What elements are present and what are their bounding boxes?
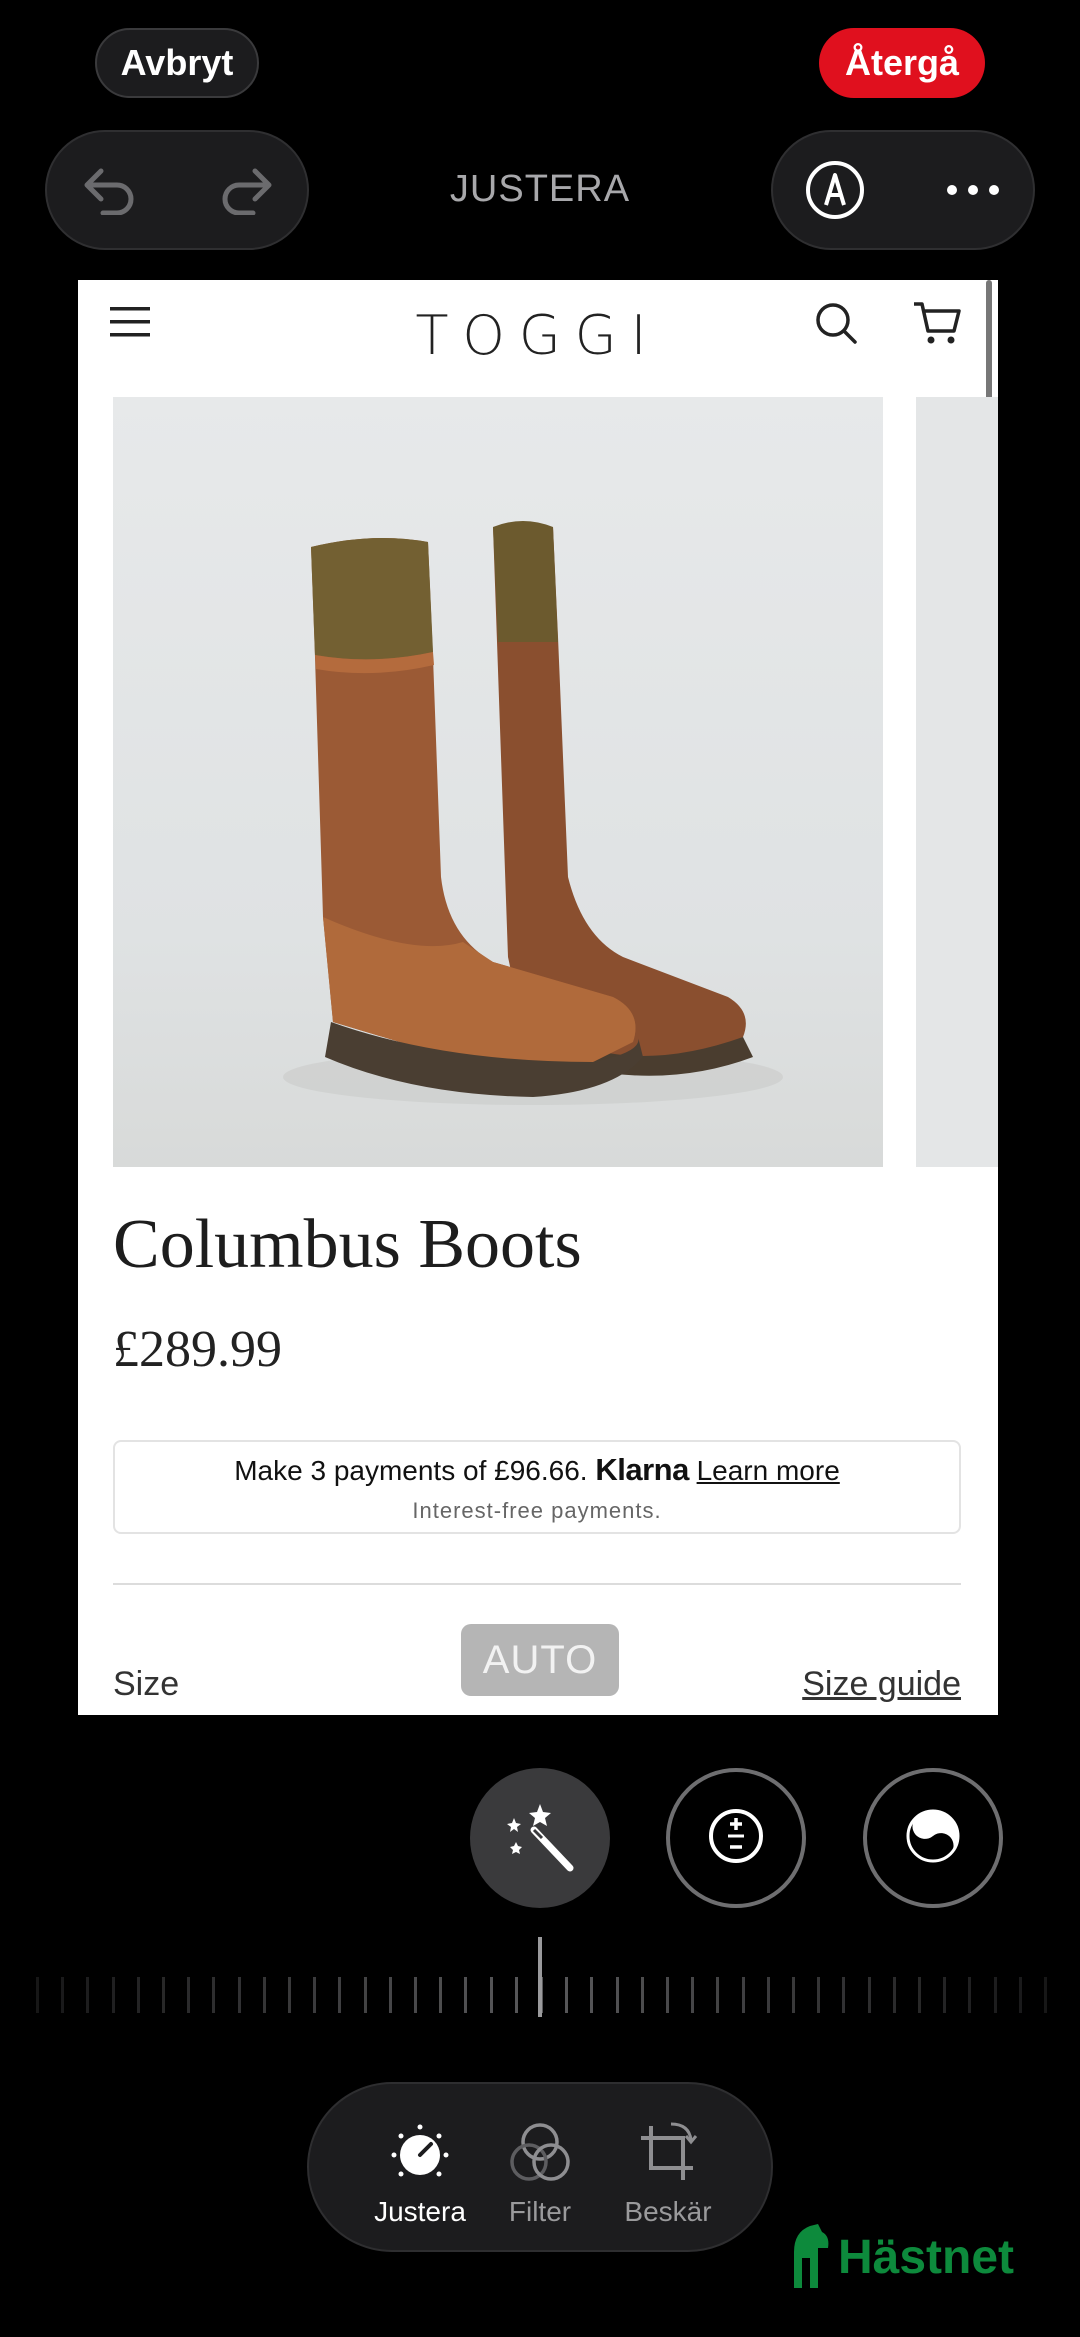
auto-badge[interactable]: AUTO <box>461 1624 619 1696</box>
slider-tick <box>742 1977 745 2013</box>
slider-tick <box>994 1977 997 2013</box>
klarna-payment-box: Make 3 payments of £96.66. Klarna Learn … <box>113 1440 961 1534</box>
tab-filter-label: Filter <box>508 2196 572 2227</box>
exposure-icon <box>706 1806 766 1871</box>
slider-tick <box>1019 1977 1022 2013</box>
slider-tick <box>238 1977 241 2013</box>
slider-tick <box>893 1977 896 2013</box>
size-guide-link: Size guide <box>802 1665 961 1703</box>
filter-circles-icon <box>505 2118 575 2188</box>
product-image <box>113 397 883 1167</box>
next-product-image <box>916 397 998 1167</box>
slider-tick <box>36 1977 39 2013</box>
tab-filter[interactable]: Filter <box>475 2084 605 2250</box>
klarna-prefix: Make 3 payments of £96.66. <box>234 1455 588 1486</box>
slider-tick <box>1044 1977 1047 2013</box>
screenshot-canvas[interactable]: TOGGI Columbus Boots £289.99 Make 3 paym… <box>78 280 998 1715</box>
adjust-dial-icon <box>385 2118 455 2188</box>
hastnet-watermark: Hästnet <box>788 2222 1048 2292</box>
slider-tick <box>112 1977 115 2013</box>
revert-button[interactable]: Återgå <box>819 28 985 98</box>
brilliance-yin-yang-icon <box>903 1806 963 1871</box>
klarna-line: Make 3 payments of £96.66. Klarna Learn … <box>115 1452 959 1488</box>
tab-crop[interactable]: Beskär <box>603 2084 733 2250</box>
slider-tick <box>86 1977 89 2013</box>
auto-enhance-button[interactable] <box>470 1768 610 1908</box>
slider-tick <box>389 1977 392 2013</box>
size-label: Size <box>113 1665 180 1703</box>
more-icon[interactable] <box>933 150 1013 230</box>
slider-tick <box>868 1977 871 2013</box>
markup-pen-icon[interactable] <box>795 150 875 230</box>
divider <box>113 1583 961 1585</box>
slider-tick <box>263 1977 266 2013</box>
slider-tick <box>414 1977 417 2013</box>
brilliance-button[interactable] <box>863 1768 1003 1908</box>
slider-tick <box>590 1977 593 2013</box>
slider-tick <box>515 1977 518 2013</box>
klarna-subtext: Interest-free payments. <box>412 1498 662 1523</box>
slider-tick <box>716 1977 719 2013</box>
site-header: TOGGI <box>78 280 998 390</box>
tab-adjust[interactable]: Justera <box>355 2084 485 2250</box>
search-icon <box>811 298 861 348</box>
slider-tick <box>943 1977 946 2013</box>
cart-icon <box>910 296 964 350</box>
klarna-logo: Klarna <box>595 1452 689 1487</box>
klarna-learn-more-link: Learn more <box>696 1455 840 1486</box>
slider-tick <box>464 1977 467 2013</box>
exposure-button[interactable] <box>666 1768 806 1908</box>
slider-tick <box>187 1977 190 2013</box>
slider-tick <box>842 1977 845 2013</box>
slider-tick <box>364 1977 367 2013</box>
slider-center-marker <box>538 1937 542 2017</box>
slider-tick <box>641 1977 644 2013</box>
slider-tick <box>313 1977 316 2013</box>
slider-tick <box>288 1977 291 2013</box>
slider-tick <box>918 1977 921 2013</box>
slider-tick <box>212 1977 215 2013</box>
slider-tick <box>439 1977 442 2013</box>
slider-tick <box>767 1977 770 2013</box>
slider-tick <box>691 1977 694 2013</box>
cancel-button[interactable]: Avbryt <box>95 28 259 98</box>
slider-tick <box>338 1977 341 2013</box>
slider-tick <box>817 1977 820 2013</box>
product-title: Columbus Boots <box>113 1206 582 1283</box>
slider-tick <box>61 1977 64 2013</box>
tab-crop-label: Beskär <box>624 2196 712 2227</box>
slider-tick <box>162 1977 165 2013</box>
tab-adjust-label: Justera <box>374 2196 466 2227</box>
markup-more-group <box>771 130 1035 250</box>
crop-rotate-icon <box>633 2118 703 2188</box>
slider-tick <box>666 1977 669 2013</box>
magic-wand-icon <box>500 1796 580 1881</box>
slider-tick <box>616 1977 619 2013</box>
slider-tick <box>968 1977 971 2013</box>
slider-tick <box>565 1977 568 2013</box>
slider-tick <box>490 1977 493 2013</box>
slider-tick <box>792 1977 795 2013</box>
product-price: £289.99 <box>113 1321 282 1378</box>
watermark-text: Hästnet <box>838 2231 1015 2284</box>
slider-tick <box>137 1977 140 2013</box>
horse-logo-icon <box>788 2222 834 2295</box>
edit-tab-bar: Justera Filter Beskär <box>307 2082 773 2252</box>
